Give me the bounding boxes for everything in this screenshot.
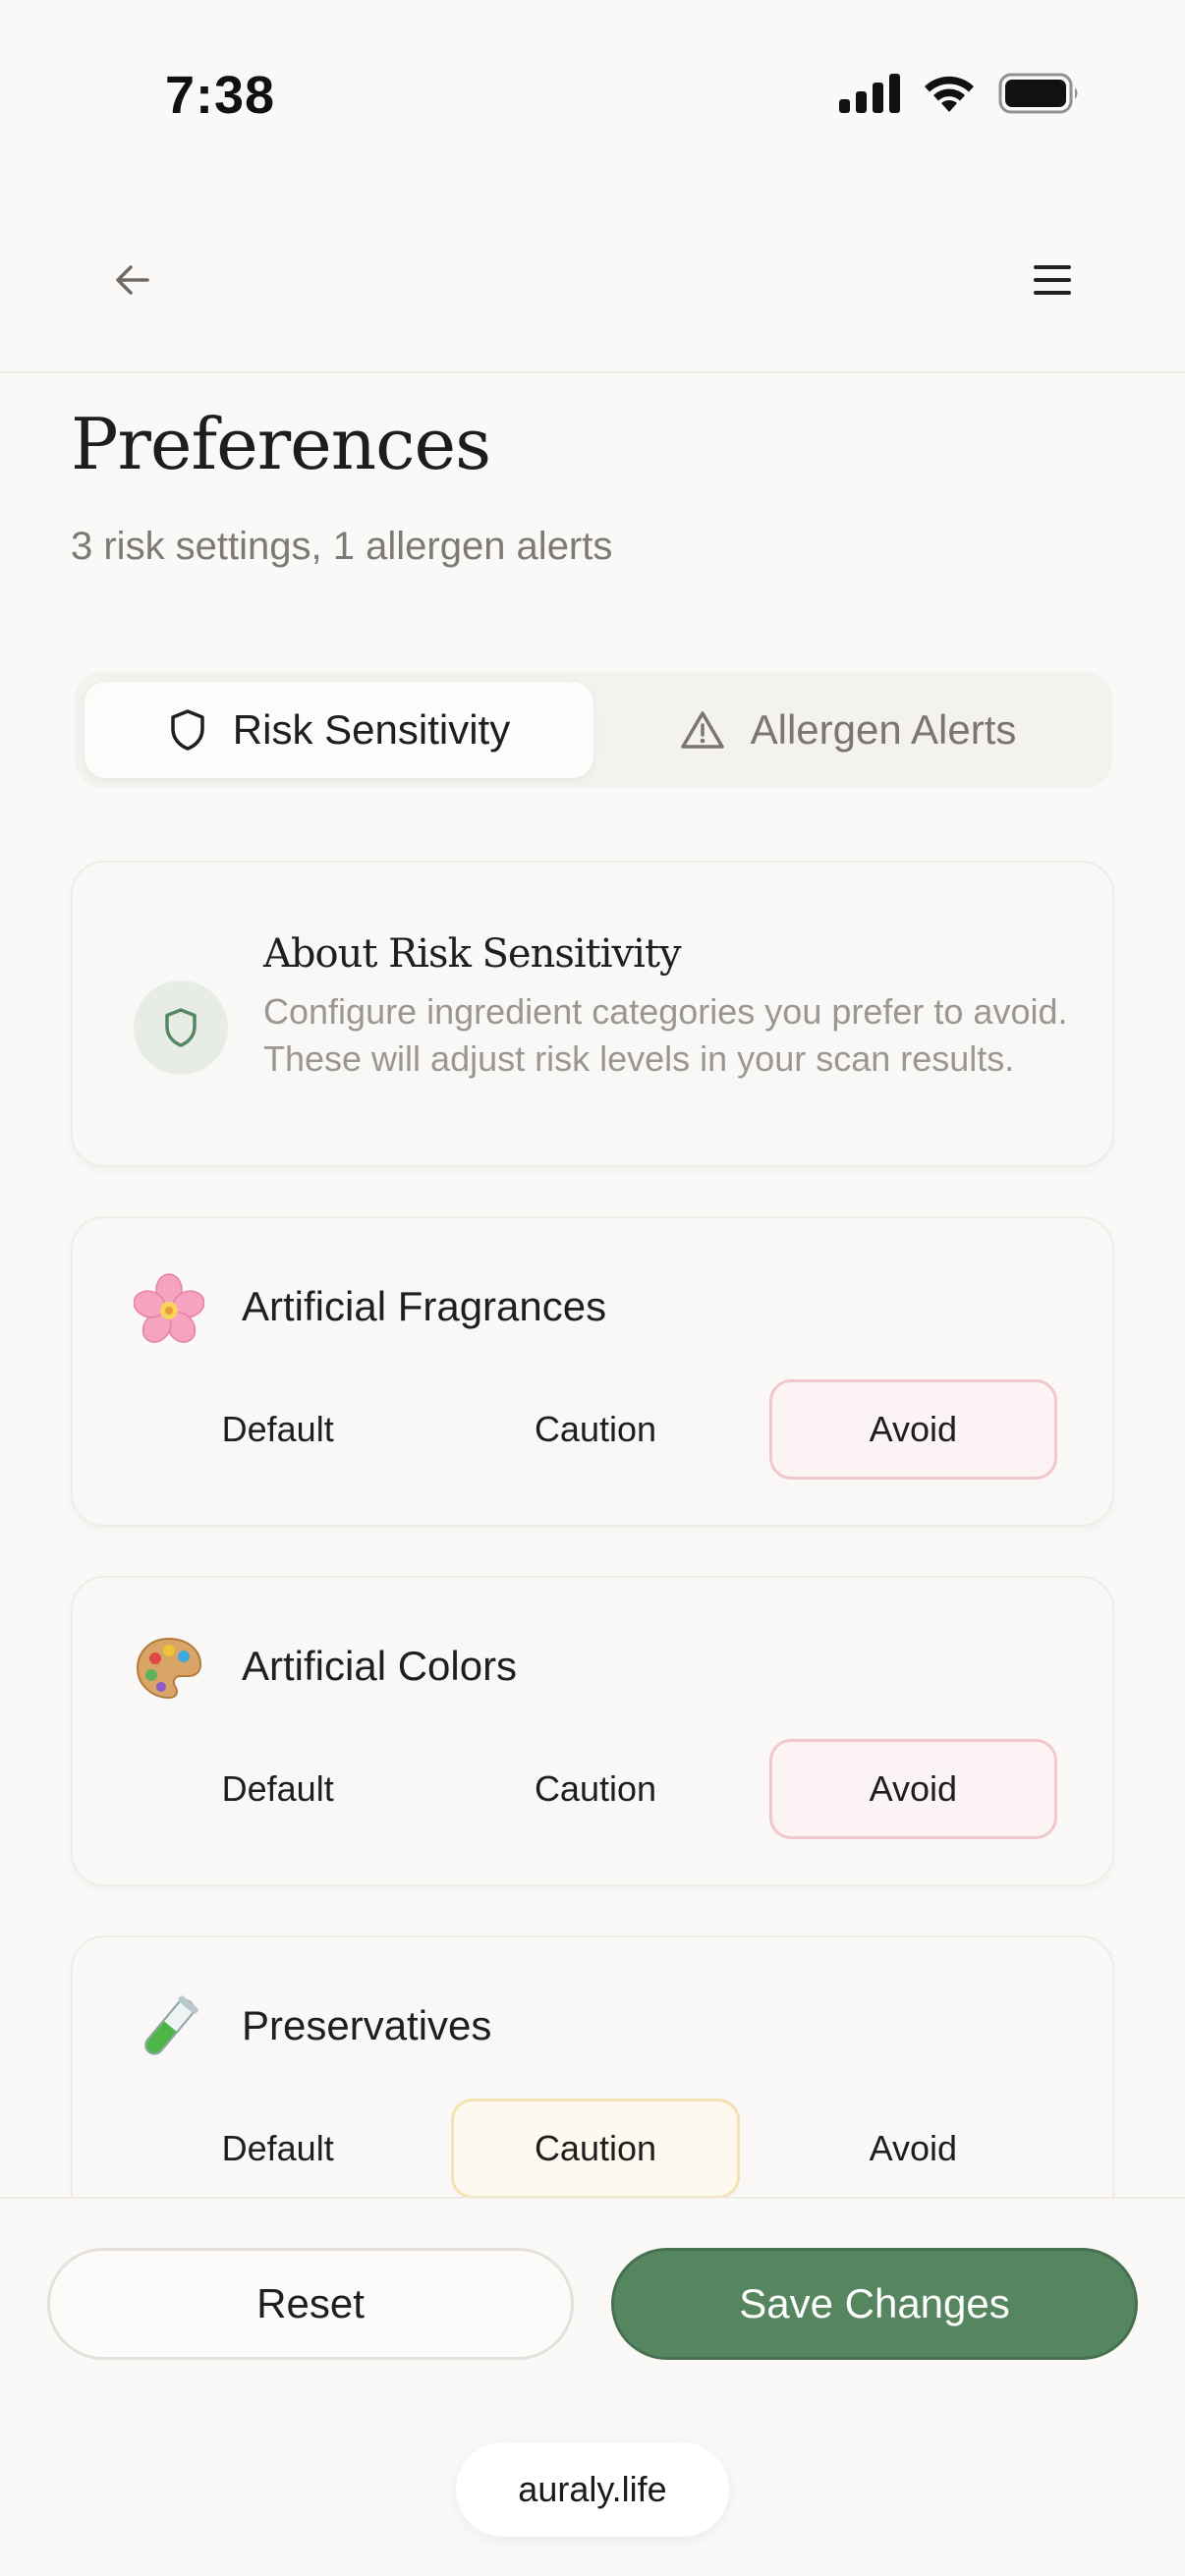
cellular-signal-icon xyxy=(839,74,900,113)
option-default[interactable]: Default xyxy=(134,2099,422,2199)
warning-triangle-icon xyxy=(680,711,724,749)
artist-palette-icon xyxy=(136,1637,202,1700)
option-default[interactable]: Default xyxy=(134,1379,422,1480)
status-time: 7:38 xyxy=(165,66,276,125)
option-avoid[interactable]: Avoid xyxy=(768,1739,1057,1839)
option-avoid[interactable]: Avoid xyxy=(769,2099,1057,2199)
battery-icon xyxy=(998,73,1078,114)
setting-card-artificial-fragrances: Artificial Fragrances Default Caution Av… xyxy=(71,1216,1114,1527)
hamburger-menu-icon xyxy=(1034,265,1071,295)
cherry-blossom-icon xyxy=(134,1273,204,1343)
option-avoid[interactable]: Avoid xyxy=(768,1379,1057,1480)
page-title: Preferences xyxy=(71,403,491,485)
risk-level-selector: Default Caution Avoid xyxy=(134,1379,1057,1480)
wifi-icon xyxy=(925,76,974,112)
setting-name: Preservatives xyxy=(242,2002,492,2048)
arrow-left-icon xyxy=(116,265,149,295)
tab-allergen-alerts[interactable]: Allergen Alerts xyxy=(593,682,1102,778)
tab-label: Risk Sensitivity xyxy=(232,706,511,753)
preference-tabs: Risk Sensitivity Allergen Alerts xyxy=(75,672,1112,788)
shield-icon xyxy=(165,1008,197,1047)
test-tube-icon xyxy=(144,1995,198,2055)
setting-name: Artificial Colors xyxy=(242,1643,518,1689)
nav-bar xyxy=(0,187,1185,373)
status-bar: 7:38 xyxy=(0,0,1185,187)
risk-level-selector: Default Caution Avoid xyxy=(134,1739,1057,1839)
save-changes-button[interactable]: Save Changes xyxy=(611,2248,1138,2360)
risk-level-selector: Default Caution Avoid xyxy=(134,2099,1057,2199)
option-caution[interactable]: Caution xyxy=(451,2099,740,2199)
tab-risk-sensitivity[interactable]: Risk Sensitivity xyxy=(85,682,593,778)
info-card: About Risk Sensitivity Configure ingredi… xyxy=(71,861,1114,1167)
tab-label: Allergen Alerts xyxy=(750,706,1017,753)
bottom-action-bar: Reset Save Changes auraly.life xyxy=(0,2197,1185,2576)
preferences-screen: 7:38 Preferences 3 risk settings, 1 alle… xyxy=(0,0,1185,2576)
back-button[interactable] xyxy=(98,246,167,314)
reset-button[interactable]: Reset xyxy=(47,2248,574,2360)
page-subtitle: 3 risk settings, 1 allergen alerts xyxy=(71,525,613,568)
menu-button[interactable] xyxy=(1018,246,1087,314)
option-caution[interactable]: Caution xyxy=(451,1739,739,1839)
info-icon-badge xyxy=(134,980,228,1075)
info-body: Configure ingredient categories you pref… xyxy=(263,991,1068,1079)
shield-icon xyxy=(171,709,204,751)
status-icons xyxy=(839,73,1081,114)
option-caution[interactable]: Caution xyxy=(451,1379,739,1480)
option-default[interactable]: Default xyxy=(134,1739,422,1839)
setting-name: Artificial Fragrances xyxy=(242,1283,607,1329)
setting-card-artificial-colors: Artificial Colors Default Caution Avoid xyxy=(71,1576,1114,1886)
info-title: About Risk Sensitivity xyxy=(263,931,682,977)
url-pill[interactable]: auraly.life xyxy=(456,2442,729,2537)
